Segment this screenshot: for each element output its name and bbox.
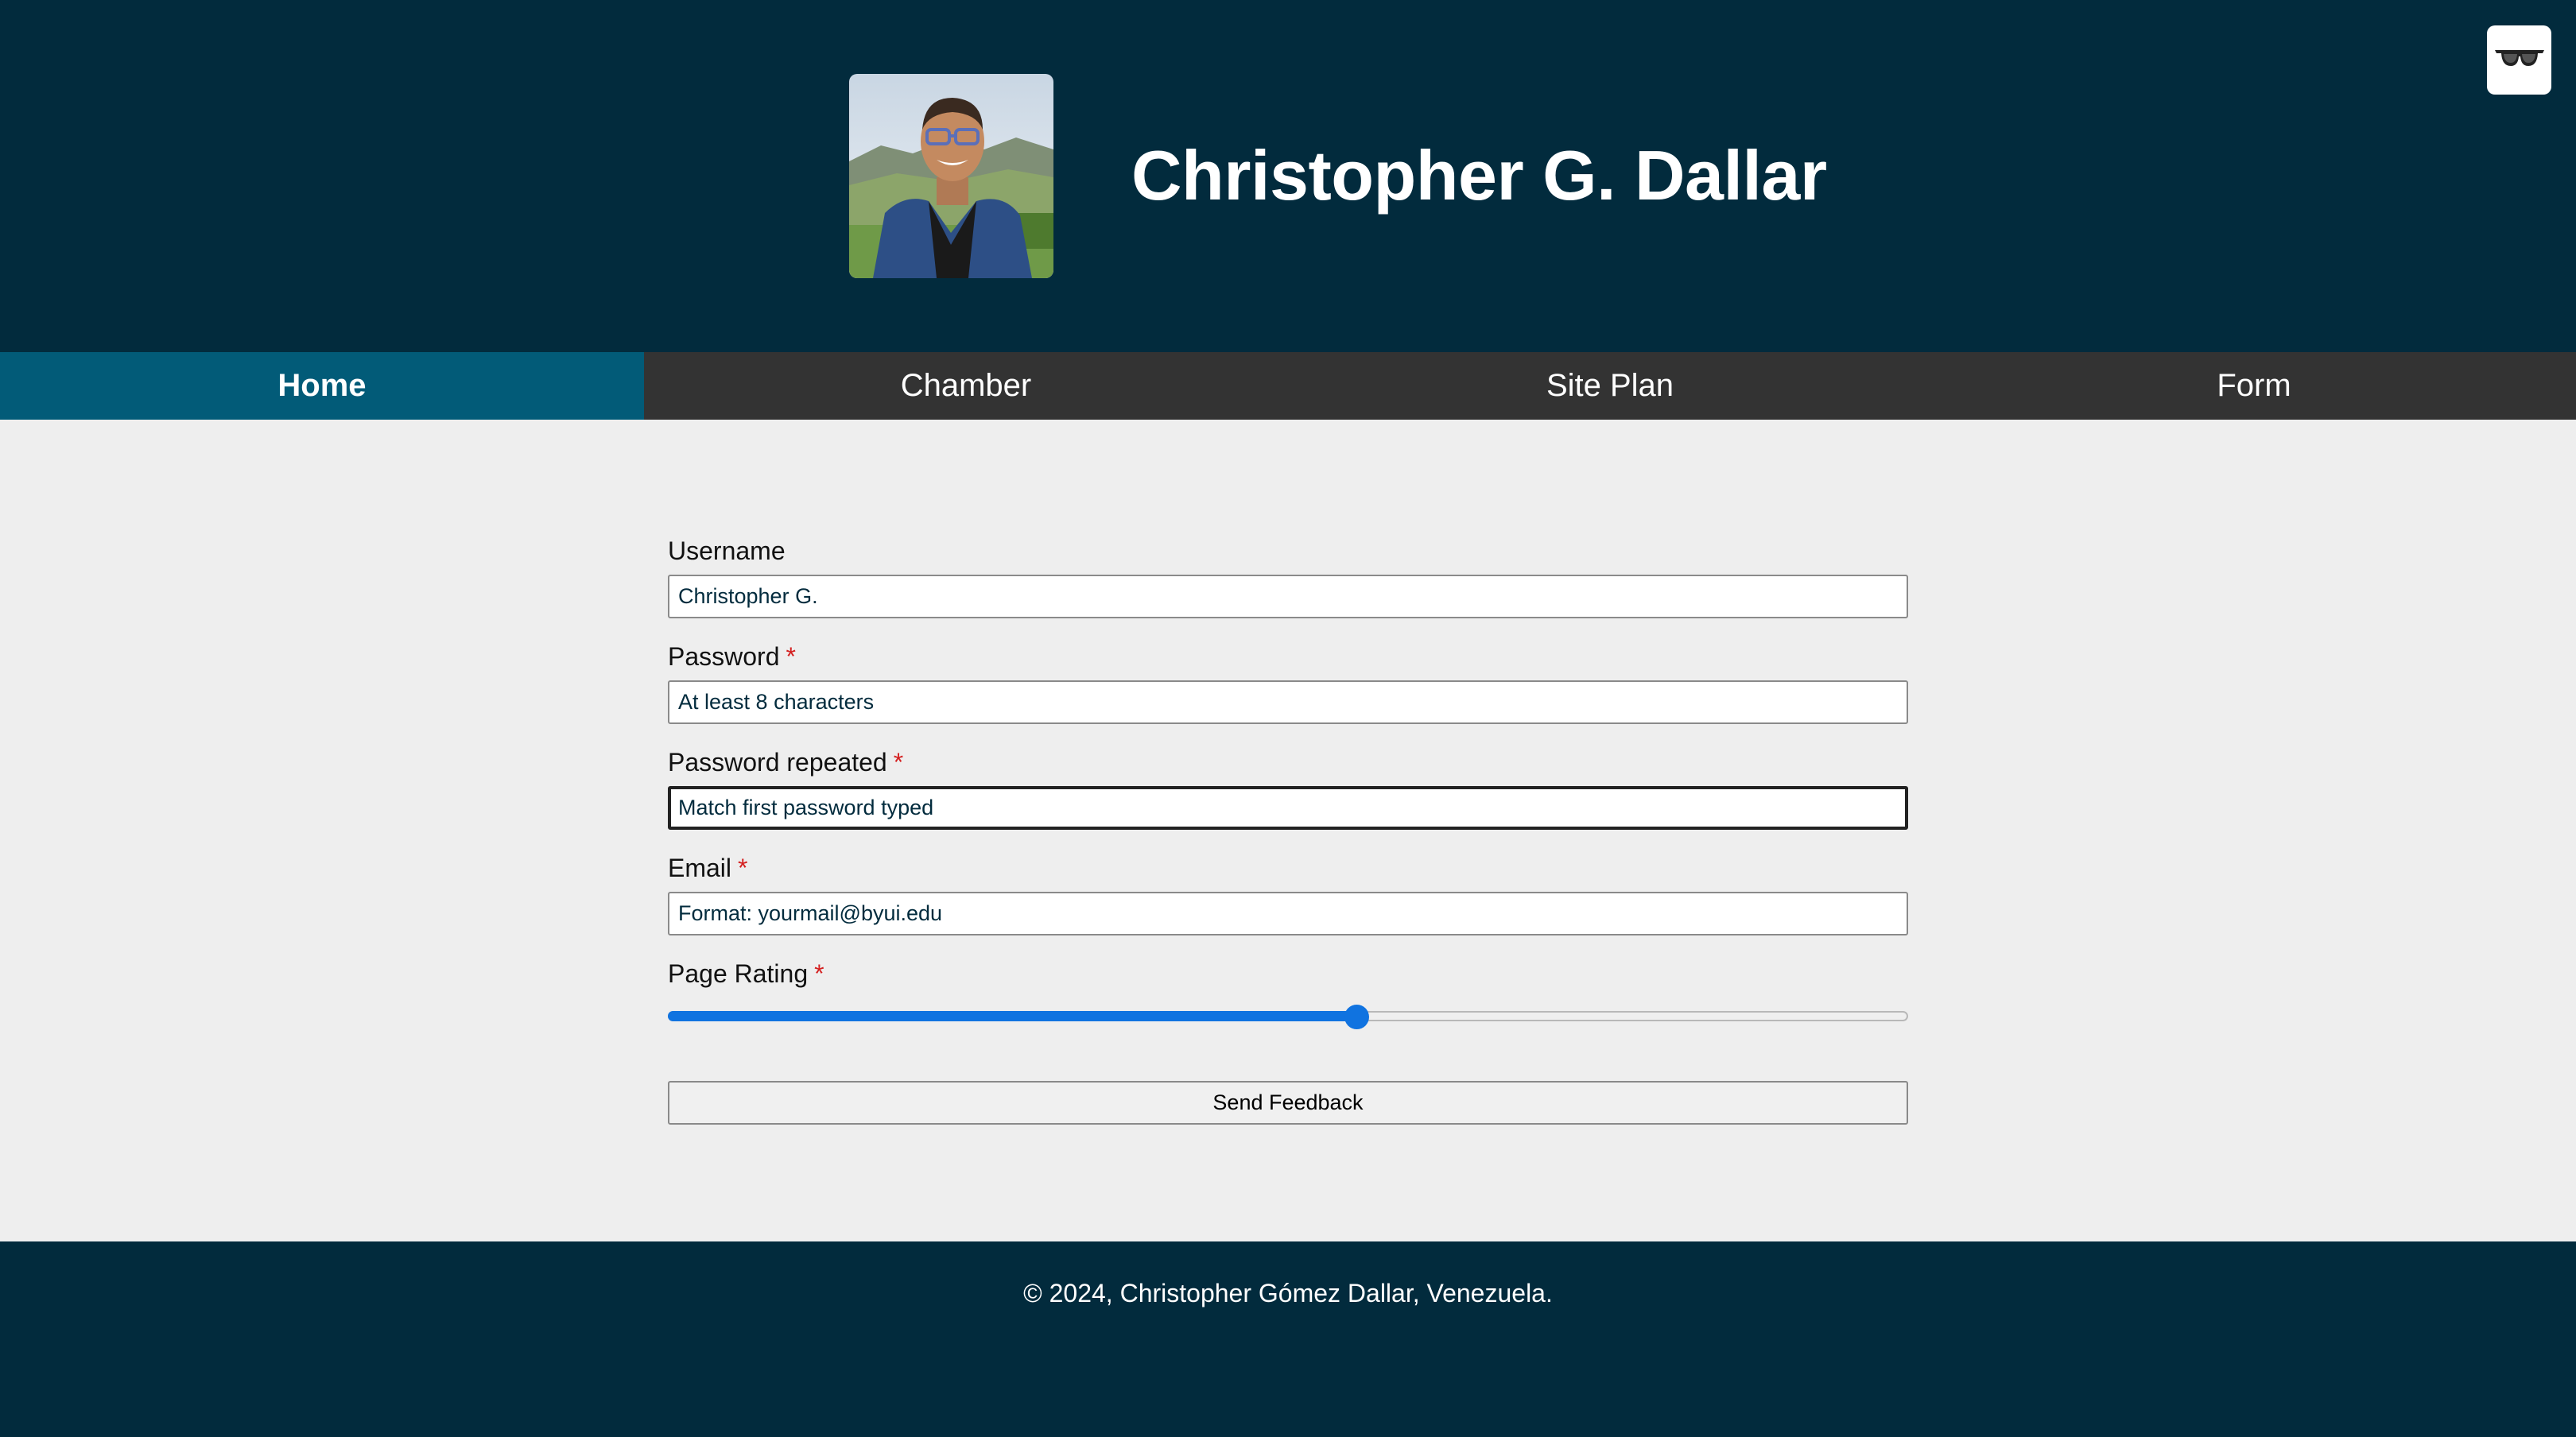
page-rating-slider[interactable] — [668, 1005, 1908, 1029]
nav-item-home[interactable]: Home — [0, 352, 644, 420]
email-input[interactable] — [668, 892, 1908, 935]
nav-item-chamber[interactable]: Chamber — [644, 352, 1288, 420]
site-footer: © 2024, Christopher Gómez Dallar, Venezu… — [0, 1241, 2576, 1437]
password-repeated-label: Password repeated * — [668, 748, 904, 777]
main-content: Username Password* Password repeated* Em… — [0, 420, 2576, 1241]
password-input[interactable] — [668, 680, 1908, 724]
site-header: Christopher G. Dallar — [0, 0, 2576, 352]
nav-item-form[interactable]: Form — [1932, 352, 2576, 420]
required-marker: * — [738, 854, 748, 882]
page-rating-label: Page Rating * — [668, 959, 824, 988]
required-marker: * — [893, 748, 904, 777]
required-marker: * — [814, 959, 824, 988]
avatar — [849, 74, 1053, 278]
email-label: Email * — [668, 854, 748, 882]
site-title: Christopher G. Dallar — [1131, 136, 1827, 215]
username-input[interactable] — [668, 575, 1908, 618]
password-label: Password * — [668, 642, 796, 671]
dark-mode-toggle[interactable] — [2487, 25, 2551, 95]
main-nav: Home Chamber Site Plan Form — [0, 352, 2576, 420]
username-label: Username — [668, 536, 786, 565]
copyright-text: © 2024, Christopher Gómez Dallar, Venezu… — [1023, 1279, 1553, 1307]
slider-thumb[interactable] — [1344, 1005, 1369, 1029]
required-marker: * — [786, 642, 796, 671]
sunglasses-icon — [2493, 42, 2546, 78]
send-feedback-button[interactable]: Send Feedback — [668, 1081, 1908, 1125]
slider-fill — [668, 1011, 1355, 1021]
password-repeated-input[interactable] — [668, 786, 1908, 830]
nav-item-site-plan[interactable]: Site Plan — [1288, 352, 1932, 420]
